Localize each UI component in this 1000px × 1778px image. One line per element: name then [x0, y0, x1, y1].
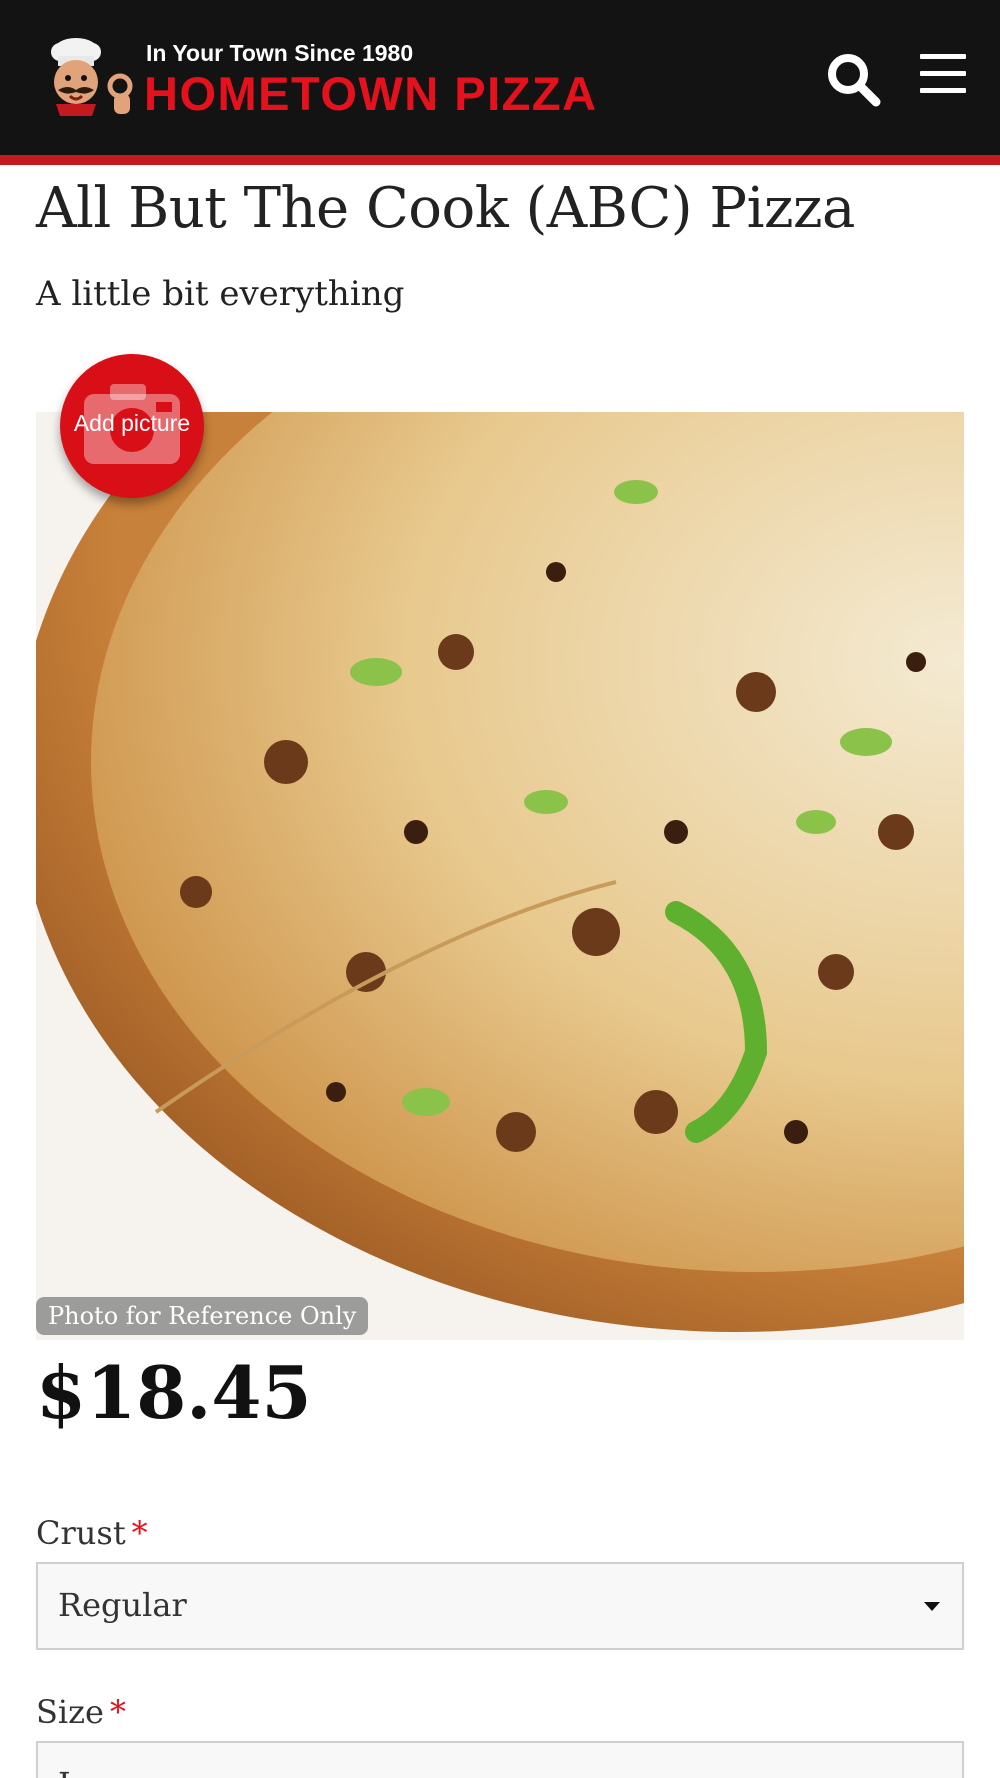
menu-button[interactable] — [920, 54, 970, 98]
product-price: $18.45 — [36, 1350, 312, 1435]
product-photo — [36, 412, 964, 1340]
crust-label-text: Crust — [36, 1514, 126, 1552]
site-header: In Your Town Since 1980 HOMETOWN PIZZA — [0, 0, 1000, 155]
logo-tagline: In Your Town Since 1980 — [146, 40, 414, 66]
add-picture-label: Add picture — [73, 410, 191, 436]
logo-brand-name: HOMETOWN PIZZA — [144, 67, 598, 120]
crust-label: Crust * — [36, 1514, 148, 1552]
size-label: Size * — [36, 1693, 126, 1731]
crust-selected-value: Regular — [58, 1586, 187, 1624]
add-picture-button[interactable]: Add picture — [60, 354, 204, 498]
product-title: All But The Cook (ABC) Pizza — [36, 176, 855, 241]
product-subtitle: A little bit everything — [36, 274, 405, 314]
chevron-down-icon — [924, 1602, 940, 1611]
search-icon — [828, 54, 881, 107]
search-button[interactable] — [826, 52, 882, 108]
required-marker: * — [109, 1693, 126, 1731]
site-logo[interactable]: In Your Town Since 1980 HOMETOWN PIZZA — [36, 36, 616, 120]
size-label-text: Size — [36, 1693, 104, 1731]
crust-select[interactable]: Regular — [36, 1562, 964, 1650]
hamburger-menu-icon — [920, 54, 970, 93]
photo-reference-note: Photo for Reference Only — [36, 1297, 369, 1335]
size-select[interactable]: L — [36, 1741, 964, 1778]
required-marker: * — [131, 1514, 148, 1552]
size-selected-value: L — [58, 1765, 79, 1778]
header-accent-stripe — [0, 155, 1000, 165]
chef-mascot-icon — [51, 38, 133, 116]
